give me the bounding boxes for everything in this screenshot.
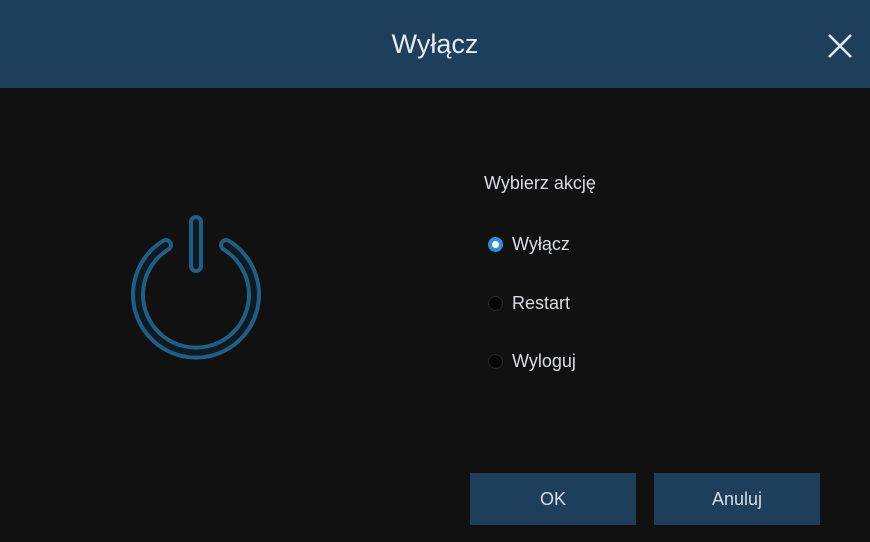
option-shutdown[interactable]: Wyłącz bbox=[488, 231, 570, 257]
ok-button[interactable]: OK bbox=[470, 473, 636, 525]
radio-logout[interactable] bbox=[488, 353, 503, 369]
option-shutdown-label: Wyłącz bbox=[512, 233, 570, 254]
shutdown-dialog: Wyłącz Wybierz akcję Wyłącz Restart Wylo… bbox=[0, 0, 870, 542]
power-icon bbox=[126, 210, 266, 380]
cancel-button[interactable]: Anuluj bbox=[654, 473, 820, 525]
option-logout-label: Wyloguj bbox=[512, 350, 576, 371]
option-logout[interactable]: Wyloguj bbox=[488, 348, 576, 374]
option-restart-label: Restart bbox=[512, 292, 571, 313]
radio-restart[interactable] bbox=[488, 295, 503, 311]
action-prompt: Wybierz akcję bbox=[484, 173, 596, 193]
option-restart[interactable]: Restart bbox=[488, 290, 570, 316]
close-icon[interactable] bbox=[818, 26, 862, 66]
radio-shutdown[interactable] bbox=[488, 236, 503, 252]
dialog-title: Wyłącz bbox=[391, 29, 479, 59]
title-bar: Wyłącz bbox=[0, 0, 870, 88]
